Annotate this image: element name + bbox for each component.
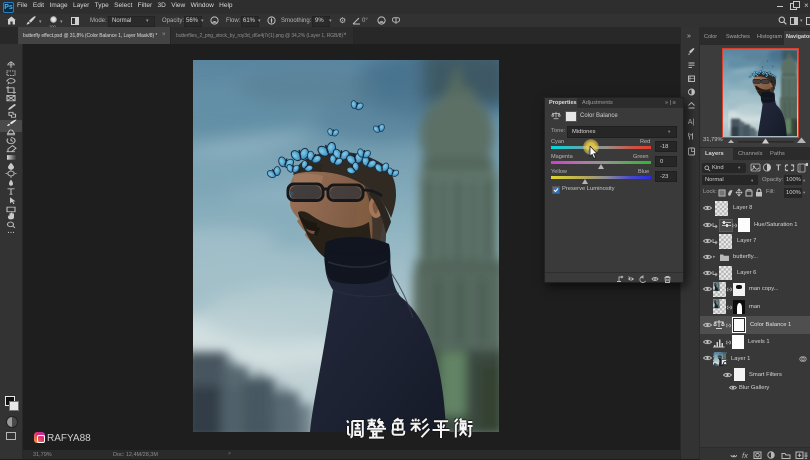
svg-text:fx: fx xyxy=(742,451,748,459)
svg-text:A|: A| xyxy=(688,119,695,126)
svg-text:T: T xyxy=(776,164,781,173)
